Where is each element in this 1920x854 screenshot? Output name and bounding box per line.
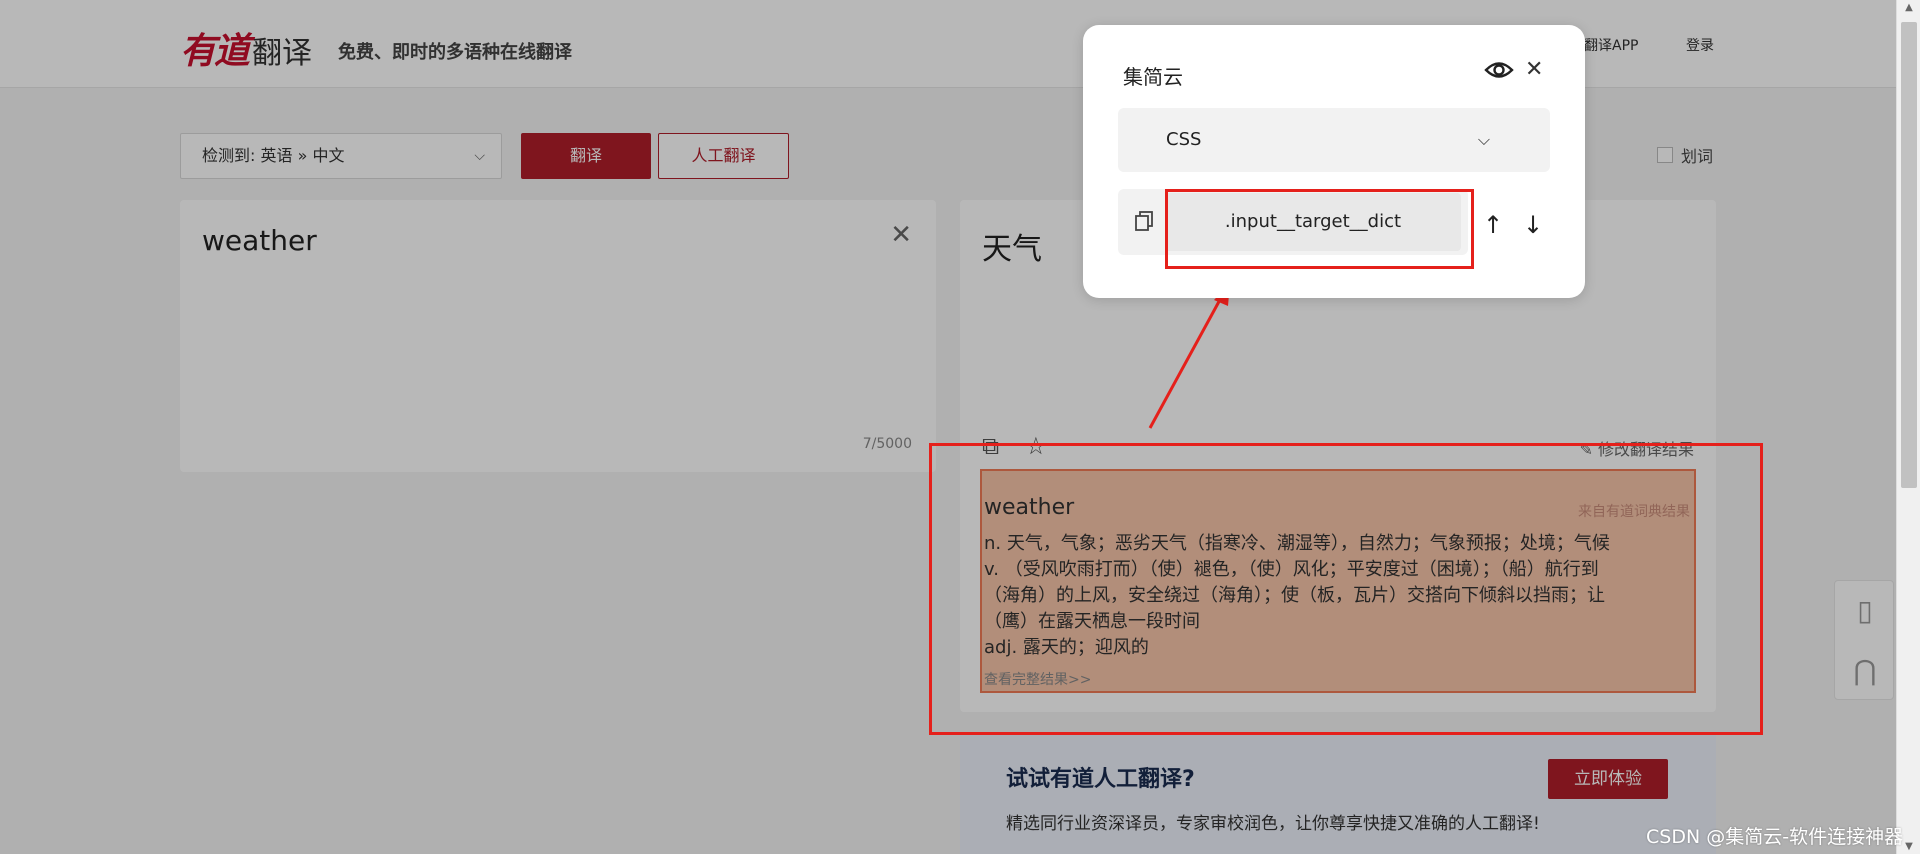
arrow-up-icon[interactable]: ↑ [1483, 211, 1503, 239]
watermark: CSDN @集简云-软件连接神器 [1646, 826, 1904, 848]
selector-type-select[interactable]: CSS ⌵ [1118, 108, 1550, 172]
popup-title: 集简云 [1123, 65, 1183, 89]
eye-icon[interactable] [1484, 59, 1514, 81]
selector-type-value: CSS [1166, 129, 1202, 150]
chevron-down-icon: ⌵ [1477, 130, 1490, 149]
copy-icon[interactable] [1132, 209, 1156, 233]
annotation-arrow-icon [1148, 283, 1230, 429]
arrow-down-icon[interactable]: ↓ [1523, 211, 1543, 239]
selector-annotation [1165, 189, 1474, 269]
close-icon[interactable]: ✕ [1525, 57, 1543, 82]
